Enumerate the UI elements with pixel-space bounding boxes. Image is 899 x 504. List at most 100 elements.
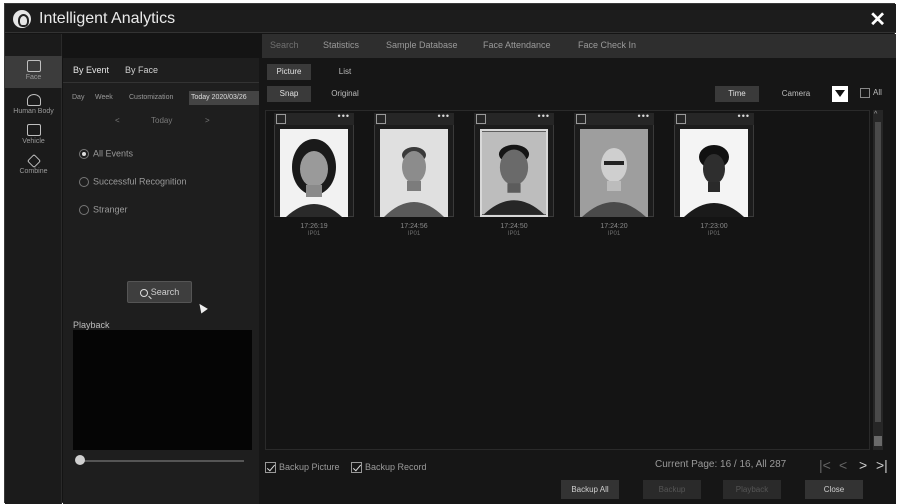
next-page-icon[interactable]: > [859,457,867,473]
rail-item-face[interactable]: Face [5,56,62,88]
radio-dot [79,148,89,159]
range-week[interactable]: Week [95,94,113,101]
search-button-label: Search [150,287,180,297]
tab-by-event[interactable]: By Event [73,65,109,75]
radio-dot [79,176,89,187]
rail-item-human-body[interactable]: Human Body [5,94,62,115]
intelligent-analytics-window: Intelligent Analytics ✕ Search Statistic… [4,3,896,504]
backup-button[interactable]: Backup [643,480,701,499]
radio-stranger[interactable]: Stranger [79,204,128,215]
range-customization[interactable]: Customization [129,94,173,101]
backup-picture-checkbox[interactable]: Backup Picture [265,462,340,474]
rail-item-label: Face [25,74,42,81]
checkbox-box [860,88,870,98]
tab-search[interactable]: Search [270,40,299,50]
first-page-icon[interactable]: |< [819,457,831,473]
scroll-up-icon[interactable]: ^ [874,111,877,118]
tab-sample-database[interactable]: Sample Database [386,40,458,50]
combine-icon [26,153,41,169]
face-card[interactable]: ••• 17:24:50 IP01 [474,111,554,237]
card-time: 17:24:50 [500,223,528,230]
rail-item-combine[interactable]: Combine [5,153,62,175]
card-camera: IP01 [707,231,721,237]
radio-all-events[interactable]: All Events [79,148,133,159]
card-camera: IP01 [307,231,321,237]
rail-item-label: Human Body [13,108,54,115]
rail-item-label: Combine [19,168,48,175]
backup-picture-label: Backup Picture [279,462,340,472]
face-snapshot [380,129,448,217]
radio-label: All Events [93,148,134,159]
face-card[interactable]: ••• 17:26:19 IP01 [274,111,354,237]
card-checkbox[interactable] [476,114,486,124]
app-logo-icon [13,10,31,28]
rail-item-vehicle[interactable]: Vehicle [5,124,62,145]
playback-slider-handle[interactable] [75,455,85,465]
vehicle-icon [26,124,41,136]
close-icon[interactable]: ✕ [869,7,886,32]
tab-original[interactable]: Original [323,86,367,102]
next-day-button[interactable]: > [205,116,210,125]
sort-time[interactable]: Time [715,86,759,102]
card-camera: IP01 [607,231,621,237]
tab-by-face[interactable]: By Face [125,65,158,75]
date-field[interactable]: Today 2020/03/26 [189,91,259,105]
prev-page-icon[interactable]: < [839,457,847,473]
top-nav: Search Statistics Sample Database Face A… [262,34,896,58]
card-checkbox[interactable] [276,114,286,124]
more-icon[interactable]: ••• [538,111,550,121]
range-day[interactable]: Day [72,94,84,101]
time-range-row: Day Week Customization Today 2020/03/26 [63,91,259,105]
tab-face-attendance[interactable]: Face Attendance [483,40,551,50]
backup-all-button[interactable]: Backup All [561,480,619,499]
mouse-cursor-icon [196,301,208,314]
card-checkbox[interactable] [576,114,586,124]
backup-record-label: Backup Record [365,462,427,472]
last-page-icon[interactable]: >| [876,457,888,473]
tab-face-check-in[interactable]: Face Check In [578,40,636,50]
title-bar: Intelligent Analytics ✕ [5,4,896,33]
search-button[interactable]: Search [127,281,192,303]
more-icon[interactable]: ••• [438,111,450,121]
face-card[interactable]: ••• 17:23:00 IP01 [674,111,754,237]
card-checkbox[interactable] [676,114,686,124]
face-card[interactable]: ••• 17:24:56 IP01 [374,111,454,237]
more-icon[interactable]: ••• [338,111,350,121]
tab-picture[interactable]: Picture [267,64,311,80]
results-scrollbar[interactable]: ^ [873,110,883,450]
sort-camera[interactable]: Camera [771,86,821,102]
search-icon [139,288,148,297]
tab-statistics[interactable]: Statistics [323,40,359,50]
card-camera: IP01 [407,231,421,237]
tab-snap[interactable]: Snap [267,86,311,102]
playback-button[interactable]: Playback [723,480,781,499]
card-time: 17:24:56 [400,223,428,230]
card-time: 17:26:19 [300,223,328,230]
more-icon[interactable]: ••• [738,111,750,121]
filter-icon[interactable] [832,86,848,102]
close-button[interactable]: Close [805,480,863,499]
scroll-thumb[interactable] [875,122,881,422]
radio-successful-recognition[interactable]: Successful Recognition [79,176,187,187]
playback-label: Playback [73,320,110,330]
human-body-icon [26,94,41,106]
playback-slider-track[interactable] [80,460,244,462]
select-all-checkbox[interactable]: All [860,88,882,98]
search-panel: By Event By Face Day Week Customization … [63,58,259,504]
page-info: Current Page: 16 / 16, All 287 [655,459,787,470]
backup-record-checkbox[interactable]: Backup Record [351,462,427,474]
scroll-down-icon[interactable] [874,436,882,446]
radio-label: Stranger [93,204,128,215]
more-icon[interactable]: ••• [638,111,650,121]
radio-dot [79,204,89,215]
app-title: Intelligent Analytics [39,10,176,27]
tab-list[interactable]: List [323,64,367,80]
face-card[interactable]: ••• 17:24:20 IP01 [574,111,654,237]
prev-day-button[interactable]: < [115,116,120,125]
card-camera: IP01 [507,231,521,237]
playback-video [73,330,252,450]
left-rail: Face Human Body Vehicle Combine [5,34,62,504]
results-area: Picture List Snap Original Time Camera A… [259,58,896,504]
card-time: 17:24:20 [600,223,628,230]
card-checkbox[interactable] [376,114,386,124]
